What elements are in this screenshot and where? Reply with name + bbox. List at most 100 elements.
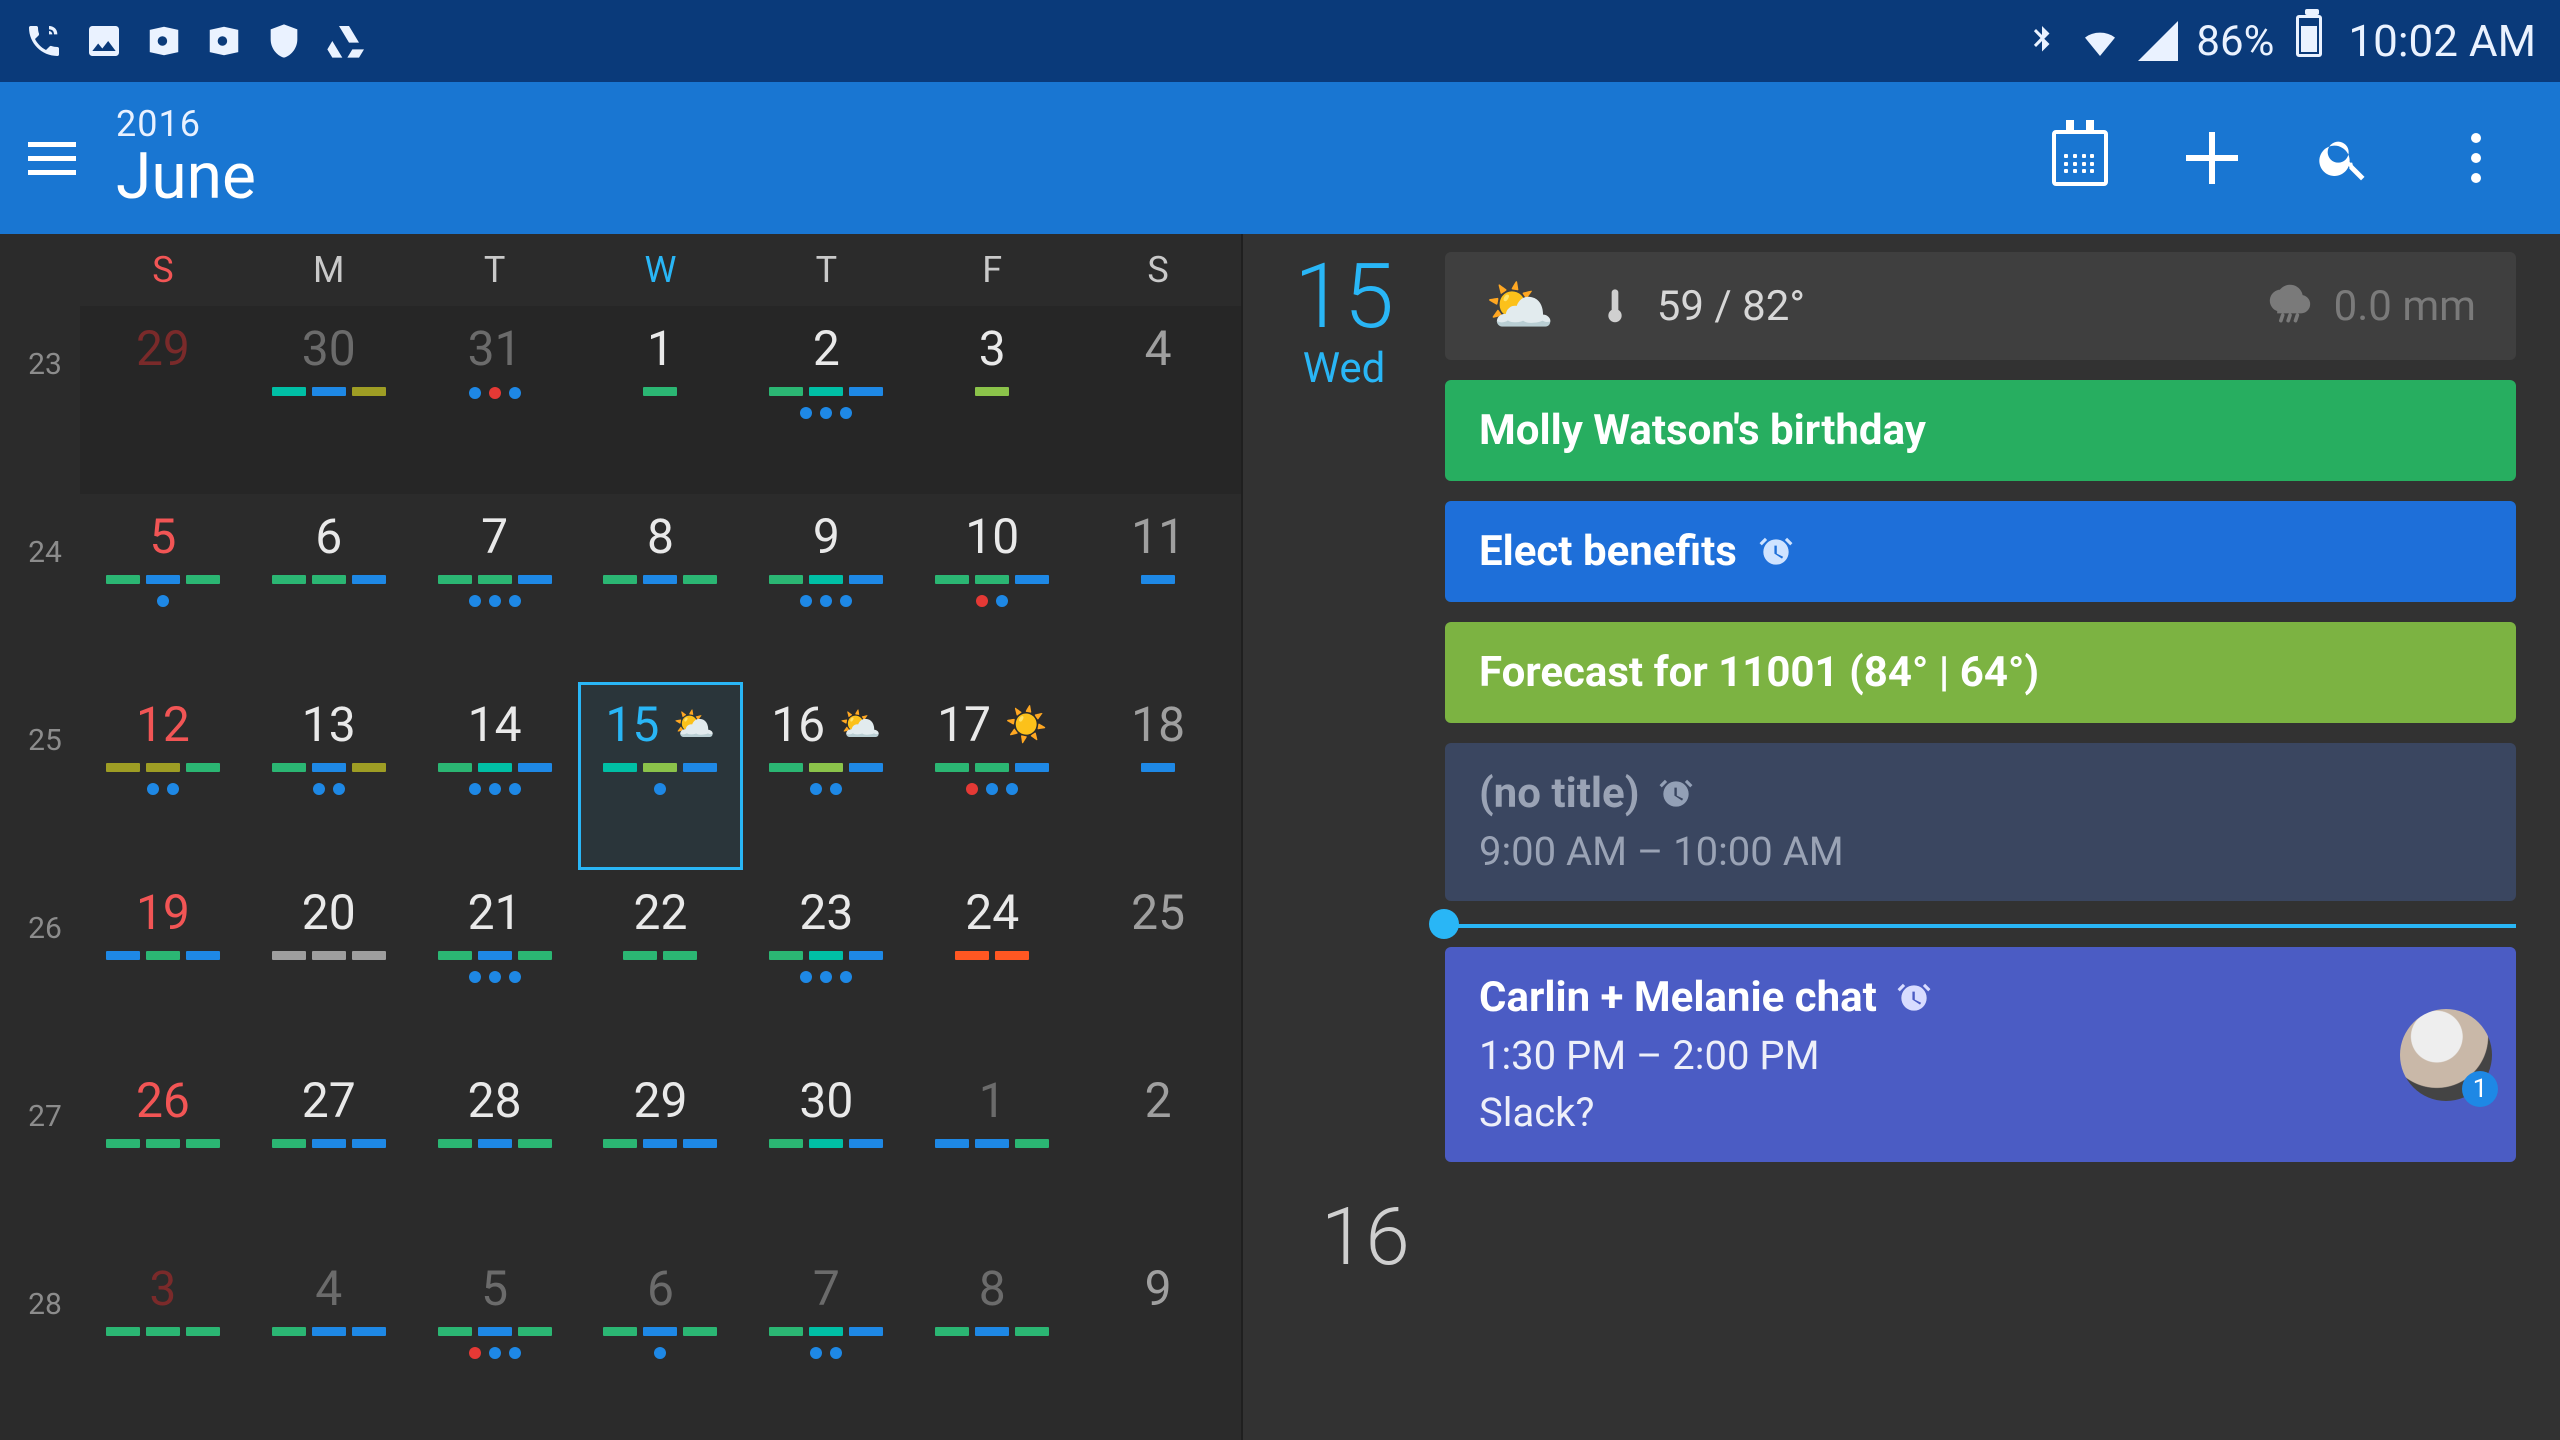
- day-cell[interactable]: 21: [412, 870, 578, 1058]
- event-bars: [769, 387, 883, 397]
- day-cell[interactable]: 27: [246, 1058, 412, 1246]
- attendee-count-badge: 1: [2462, 1071, 2498, 1107]
- attendee-avatar[interactable]: 1: [2400, 1009, 2492, 1101]
- weather-icon: ⛅: [1485, 273, 1555, 339]
- day-cell[interactable]: 3: [80, 1246, 246, 1434]
- day-number: 10: [965, 508, 1019, 565]
- day-cell[interactable]: 17☀️: [909, 682, 1075, 870]
- alarm-icon: [1657, 775, 1695, 813]
- event-forecast[interactable]: Forecast for 11001 (84° | 64°): [1445, 622, 2516, 723]
- weather-glyph-icon: ☀️: [1005, 705, 1047, 745]
- day-cell[interactable]: 26: [80, 1058, 246, 1246]
- day-cell[interactable]: 8: [578, 494, 744, 682]
- event-bars: [769, 1327, 883, 1337]
- event-chat[interactable]: Carlin + Melanie chat 1:30 PM – 2:00 PM …: [1445, 947, 2516, 1162]
- day-number: 20: [302, 884, 356, 941]
- app-toolbar: 2016 June: [0, 82, 2560, 234]
- day-cell[interactable]: 14: [412, 682, 578, 870]
- event-dots: [469, 971, 521, 983]
- overflow-menu-button[interactable]: [2440, 122, 2512, 194]
- rain-icon: [2268, 284, 2312, 328]
- outlook-icon: [144, 21, 184, 61]
- event-title: Forecast for 11001 (84° | 64°): [1479, 648, 2039, 697]
- title-year: 2016: [116, 106, 256, 144]
- weather-card[interactable]: ⛅ 59 / 82° 0.0 mm: [1445, 252, 2516, 360]
- day-cell[interactable]: 25: [1075, 870, 1241, 1058]
- event-bars: [272, 1327, 386, 1337]
- add-event-button[interactable]: [2176, 122, 2248, 194]
- day-cell[interactable]: 6: [578, 1246, 744, 1434]
- event-birthday[interactable]: Molly Watson's birthday: [1445, 380, 2516, 481]
- weather-glyph-icon: ⛅: [839, 705, 881, 745]
- event-benefits[interactable]: Elect benefits: [1445, 501, 2516, 602]
- event-bars: [438, 1327, 552, 1337]
- day-cell[interactable]: 5: [412, 1246, 578, 1434]
- event-bars: [975, 387, 1009, 397]
- day-number: 23: [799, 884, 853, 941]
- day-cell[interactable]: 18: [1075, 682, 1241, 870]
- menu-button[interactable]: [12, 118, 92, 198]
- event-bars: [438, 575, 552, 585]
- day-cell[interactable]: 22: [578, 870, 744, 1058]
- day-cell[interactable]: 8: [909, 1246, 1075, 1434]
- event-dots: [469, 1347, 521, 1359]
- event-dots: [654, 783, 666, 795]
- agenda-next-day[interactable]: 16: [1279, 1190, 2516, 1284]
- agenda-date[interactable]: 15 Wed: [1279, 252, 1409, 393]
- day-cell[interactable]: 28: [412, 1058, 578, 1246]
- day-number: 29: [634, 1072, 688, 1129]
- agenda-day-header: 15 Wed ⛅ 59 / 82° 0.0 mm: [1279, 252, 2516, 1162]
- day-cell[interactable]: 19: [80, 870, 246, 1058]
- day-cell[interactable]: 11: [1075, 494, 1241, 682]
- day-cell[interactable]: 23: [743, 870, 909, 1058]
- day-cell[interactable]: 12: [80, 682, 246, 870]
- day-number: 5: [481, 1260, 508, 1317]
- week-row: 232930311234: [10, 306, 1241, 494]
- day-cell[interactable]: 2: [743, 306, 909, 494]
- wifi-calling-icon: [24, 21, 64, 61]
- day-cell[interactable]: 29: [578, 1058, 744, 1246]
- day-cell[interactable]: 30: [246, 306, 412, 494]
- thermometer-icon: [1595, 286, 1635, 326]
- day-cell[interactable]: 16⛅: [743, 682, 909, 870]
- title-block[interactable]: 2016 June: [116, 106, 256, 211]
- day-cell[interactable]: 3: [909, 306, 1075, 494]
- week-row: 27262728293012: [10, 1058, 1241, 1246]
- event-title: Elect benefits: [1479, 527, 1737, 576]
- day-cell[interactable]: 2: [1075, 1058, 1241, 1246]
- day-cell[interactable]: 1: [909, 1058, 1075, 1246]
- day-cell[interactable]: 7: [412, 494, 578, 682]
- day-number: 15: [605, 696, 659, 753]
- day-cell[interactable]: 10: [909, 494, 1075, 682]
- day-cell[interactable]: 1: [578, 306, 744, 494]
- outlook-icon-2: [204, 21, 244, 61]
- day-cell[interactable]: 15⛅: [578, 682, 744, 870]
- event-no-title[interactable]: (no title) 9:00 AM – 10:00 AM: [1445, 743, 2516, 901]
- day-cell[interactable]: 24: [909, 870, 1075, 1058]
- day-cell[interactable]: 13: [246, 682, 412, 870]
- day-cell[interactable]: 4: [1075, 306, 1241, 494]
- agenda-pane[interactable]: 15 Wed ⛅ 59 / 82° 0.0 mm: [1241, 234, 2560, 1440]
- day-cell[interactable]: 31: [412, 306, 578, 494]
- search-button[interactable]: [2308, 122, 2380, 194]
- day-number: 30: [799, 1072, 853, 1129]
- event-dots: [469, 783, 521, 795]
- month-calendar[interactable]: SMTWTFS 23293031123424567891011251213141…: [0, 234, 1241, 1440]
- day-number: 3: [979, 320, 1006, 377]
- today-button[interactable]: [2044, 122, 2116, 194]
- day-cell[interactable]: 6: [246, 494, 412, 682]
- day-cell[interactable]: 20: [246, 870, 412, 1058]
- day-cell[interactable]: 7: [743, 1246, 909, 1434]
- day-cell[interactable]: 29: [80, 306, 246, 494]
- day-cell[interactable]: 4: [246, 1246, 412, 1434]
- day-cell[interactable]: 9: [743, 494, 909, 682]
- day-cell[interactable]: 5: [80, 494, 246, 682]
- week-row: 2512131415⛅16⛅17☀️18: [10, 682, 1241, 870]
- title-month: June: [116, 143, 256, 210]
- event-dots: [810, 1347, 842, 1359]
- event-title: (no title): [1479, 769, 1639, 818]
- day-number: 4: [315, 1260, 342, 1317]
- day-cell[interactable]: 30: [743, 1058, 909, 1246]
- event-dots: [157, 595, 169, 607]
- day-cell[interactable]: 9: [1075, 1246, 1241, 1434]
